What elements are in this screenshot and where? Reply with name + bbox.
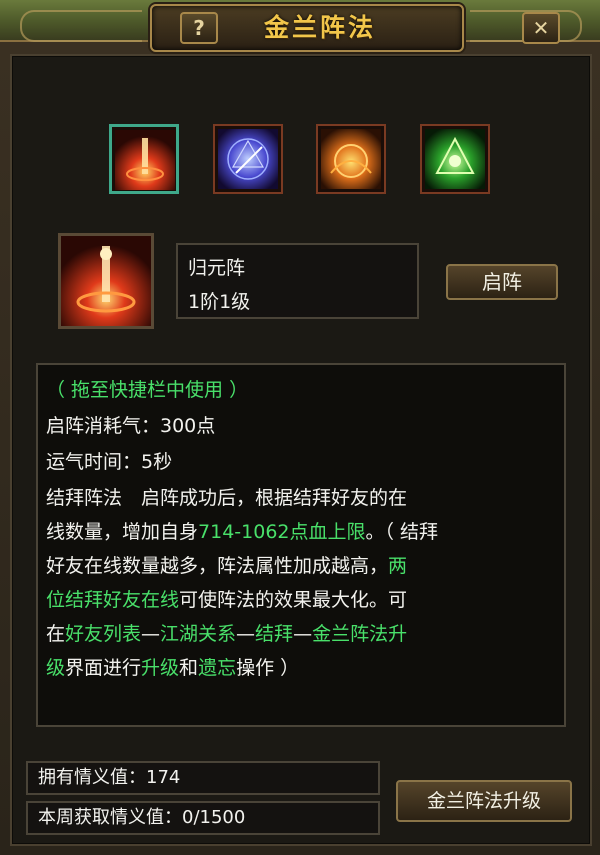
- formation-level: 1阶1级: [188, 291, 251, 313]
- highlight-text: 位结拜好友在线: [46, 589, 180, 611]
- window-title: 金兰阵法: [263, 13, 376, 42]
- highlight-text: 遗忘: [198, 657, 237, 679]
- description-text: 好友在线数量越多，阵法属性加成越高，: [46, 555, 389, 577]
- highlight-text: 江湖关系: [160, 623, 237, 645]
- formation-slot-3[interactable]: [316, 124, 386, 194]
- formation-slot-1[interactable]: [109, 124, 179, 194]
- sun-shield-icon: [321, 129, 381, 189]
- description-line-4: 结拜阵法 启阵成功后，根据结拜好友的在: [46, 487, 408, 509]
- separator-text: —: [293, 623, 313, 645]
- description-line-7: 位结拜好友在线可使阵法的效果最大化。可: [46, 585, 407, 612]
- green-triangle-icon: [425, 129, 485, 189]
- description-panel: （ 拖至快捷栏中使用 ） 启阵消耗气：300点 运气时间：5秒 结拜阵法 启阵成…: [36, 363, 566, 727]
- description-line-8: 在好友列表—江湖关系—结拜—金兰阵法升: [46, 619, 407, 646]
- description-text: 界面进行: [65, 657, 142, 679]
- description-text: 线数量，增加自身: [46, 521, 199, 543]
- activate-formation-button[interactable]: 启阵: [446, 264, 558, 300]
- title-ornament-left: [20, 10, 142, 42]
- close-button[interactable]: ✕: [522, 12, 560, 44]
- formation-slot-2[interactable]: [213, 124, 283, 194]
- usage-hint: （ 拖至快捷栏中使用 ）: [46, 379, 249, 401]
- highlight-text: 升级: [141, 657, 180, 679]
- description-line-9: 级界面进行升级和遗忘操作 ）: [46, 653, 299, 680]
- hp-bonus-highlight: 714-1062点血上限: [198, 521, 366, 543]
- separator-text: —: [141, 623, 161, 645]
- description-text: 。（ 结拜: [365, 521, 439, 543]
- description-line-5: 线数量，增加自身714-1062点血上限。（ 结拜: [46, 517, 438, 544]
- upgrade-formation-button[interactable]: 金兰阵法升级: [396, 780, 572, 822]
- owned-brotherhood-value: 拥有情义值：174: [26, 761, 380, 795]
- description-text: 在: [46, 623, 66, 645]
- description-text: 和: [179, 657, 199, 679]
- separator-text: —: [236, 623, 256, 645]
- star-orb-icon: [218, 129, 278, 189]
- help-button[interactable]: ?: [180, 12, 218, 44]
- description-text: 操作 ）: [236, 657, 300, 679]
- formation-slot-4[interactable]: [420, 124, 490, 194]
- formation-info-box: 归元阵 1阶1级: [176, 243, 419, 319]
- selected-formation-icon[interactable]: [58, 233, 154, 329]
- highlight-text: 两: [388, 555, 408, 577]
- formation-name: 归元阵: [188, 257, 246, 279]
- flame-pillar-icon: [115, 130, 175, 190]
- highlight-text: 结拜: [255, 623, 294, 645]
- description-text: 可使阵法的效果最大化。可: [179, 589, 408, 611]
- flame-pillar-icon: [61, 236, 151, 326]
- description-line-6: 好友在线数量越多，阵法属性加成越高，两: [46, 551, 407, 578]
- cast-time: 运气时间：5秒: [46, 451, 173, 473]
- highlight-text: 金兰阵法升: [312, 623, 408, 645]
- weekly-brotherhood-value: 本周获取情义值：0/1500: [26, 801, 380, 835]
- highlight-text: 好友列表: [65, 623, 142, 645]
- highlight-text: 级: [46, 657, 66, 679]
- qi-cost: 启阵消耗气：300点: [46, 415, 216, 437]
